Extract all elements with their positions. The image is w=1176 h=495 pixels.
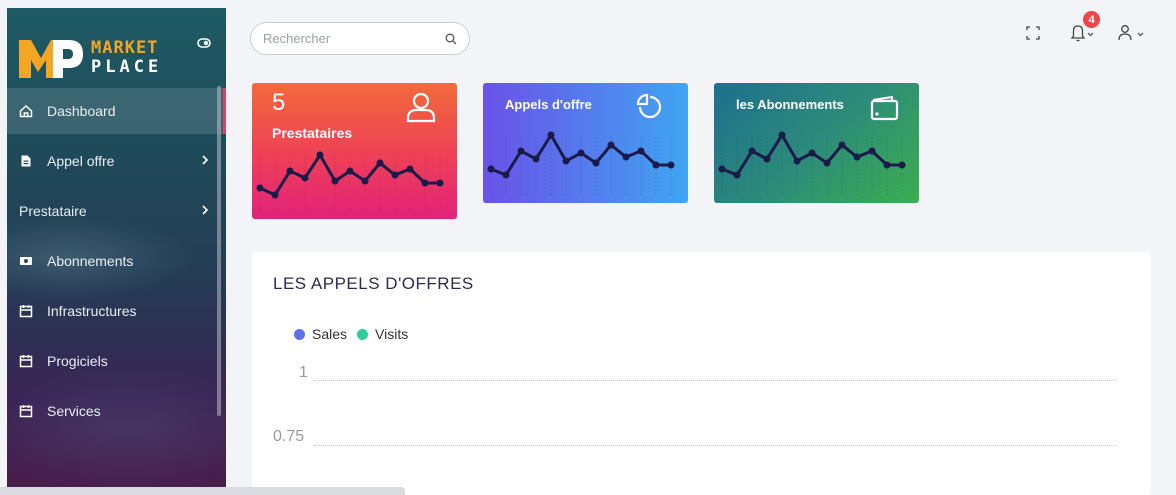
stat-card-abonnements[interactable]: les Abonnements: [714, 83, 919, 203]
sidebar-item-label: Prestataire: [19, 203, 87, 219]
sidebar-item-progiciels[interactable]: Progiciels: [7, 338, 226, 384]
money-icon: [20, 257, 32, 265]
legend-label: Visits: [375, 326, 409, 342]
sidebar-item-label: Abonnements: [47, 253, 134, 269]
sparkline-abonnements: [718, 131, 906, 197]
stat-card-prestataires[interactable]: 5 Prestataires: [252, 83, 457, 219]
brand-logo[interactable]: MARKET PLACE: [17, 36, 217, 82]
search-icon[interactable]: [445, 33, 457, 45]
y-tick-label: 0.75: [273, 428, 305, 445]
sidebar-item-infrastructures[interactable]: Infrastructures: [7, 288, 226, 334]
chevron-right-icon: [202, 155, 209, 165]
grid-line: [314, 380, 1116, 381]
sparkline-prestataires: [256, 151, 444, 213]
sidebar-item-abonnements[interactable]: Abonnements: [7, 238, 226, 284]
sidebar-item-dashboard[interactable]: Dashboard: [7, 88, 226, 134]
notification-badge: 4: [1083, 11, 1100, 28]
sparkline-appels-offre: [487, 131, 675, 197]
sidebar-item-appel-offre[interactable]: Appel offre: [7, 138, 226, 184]
sidebar-item-label: Progiciels: [47, 353, 108, 369]
horizontal-scrollbar[interactable]: [0, 487, 405, 495]
brand-line2: PLACE: [91, 57, 163, 77]
sidebar-scrollbar[interactable]: [217, 86, 221, 416]
legend-label: Sales: [312, 326, 348, 342]
sidebar-item-label: Dashboard: [47, 103, 116, 119]
user-icon: [406, 92, 436, 123]
sidebar-item-label: Infrastructures: [47, 303, 137, 319]
sidebar: MARKET PLACE Dashboard Appel offre Prest…: [7, 8, 226, 495]
home-icon: [19, 104, 33, 118]
stat-label: Prestataires: [272, 125, 353, 141]
appels-offres-panel: LES APPELS D'OFFRES Sales Visits 1 0.75: [252, 252, 1151, 495]
sidebar-toggle-icon[interactable]: [197, 36, 211, 50]
chevron-right-icon: [202, 205, 209, 215]
stat-label: Appels d'offre: [505, 97, 592, 112]
stat-value: 5: [272, 89, 286, 116]
sidebar-item-label: Appel offre: [47, 153, 115, 169]
calendar-icon: [19, 355, 33, 368]
stat-label: les Abonnements: [736, 97, 844, 112]
calendar-icon: [19, 405, 33, 418]
panel-title: LES APPELS D'OFFRES: [273, 274, 474, 293]
user-menu-icon[interactable]: [1117, 24, 1155, 42]
logo-mark-icon: [19, 40, 83, 78]
legend-dot-visits: [357, 328, 369, 340]
stat-card-appels-offre[interactable]: Appels d'offre: [483, 83, 688, 203]
fullscreen-icon[interactable]: [1026, 26, 1040, 40]
file-icon: [21, 155, 31, 167]
legend-dot-sales: [294, 328, 305, 340]
y-tick-label: 1: [299, 364, 308, 381]
brand-line1: MARKET: [91, 38, 159, 58]
sidebar-item-prestataire[interactable]: Prestataire: [7, 188, 226, 234]
grid-line: [314, 445, 1116, 446]
legend-item-visits[interactable]: Visits: [357, 326, 408, 342]
sidebar-item-label: Services: [47, 403, 101, 419]
legend-item-sales[interactable]: Sales: [294, 326, 347, 342]
wallet-icon: [870, 95, 899, 121]
pie-chart-icon: [636, 93, 662, 119]
chart-legend: Sales Visits: [294, 326, 418, 342]
calendar-icon: [19, 305, 33, 318]
search-box: [250, 22, 470, 55]
search-input[interactable]: [263, 31, 433, 46]
sidebar-item-services[interactable]: Services: [7, 388, 226, 434]
